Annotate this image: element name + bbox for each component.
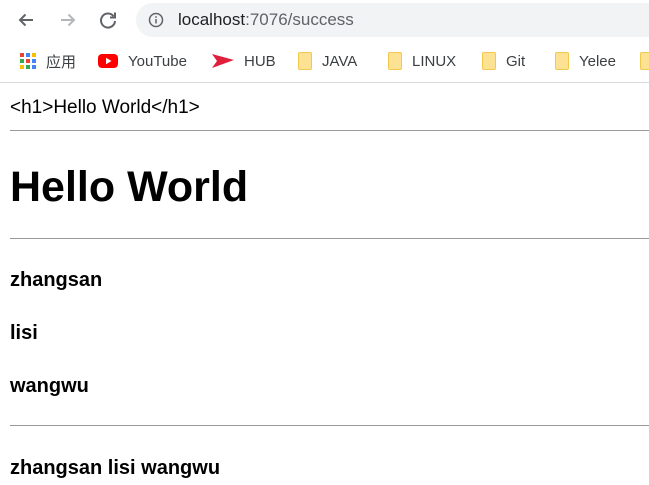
- bookmark-label: LINUX: [412, 52, 457, 70]
- address-bar[interactable]: localhost:7076/success: [136, 3, 649, 37]
- divider: [10, 130, 649, 131]
- bookmark-label: Git: [506, 52, 526, 70]
- youtube-icon: [98, 54, 118, 68]
- bookmark-label: HUB: [244, 52, 276, 70]
- info-icon[interactable]: [148, 12, 164, 28]
- bookmark-label: Yelee: [579, 52, 616, 70]
- bookmark-label: YouTube: [128, 52, 187, 70]
- name-item: wangwu: [10, 375, 89, 397]
- raw-html-text: <h1>Hello World</h1>: [10, 97, 200, 118]
- folder-icon: [298, 52, 312, 70]
- reload-icon: [100, 12, 116, 29]
- folder-icon: [482, 52, 496, 70]
- divider: [10, 238, 649, 239]
- browser-toolbar: localhost:7076/success: [0, 0, 649, 40]
- bookmark-folder-yelee[interactable]: Yelee: [555, 40, 616, 82]
- hub-icon: [212, 54, 234, 68]
- bookmarks-bar: 应用 YouTube HUB JAVA LINUX Git Yelee: [0, 40, 649, 83]
- bookmark-label: 应用: [46, 53, 77, 71]
- bookmark-apps[interactable]: 应用: [20, 40, 76, 82]
- divider: [10, 425, 649, 426]
- bookmark-hub[interactable]: HUB: [212, 40, 276, 82]
- name-item: zhangsan: [10, 269, 103, 291]
- name-item: lisi: [10, 322, 38, 344]
- folder-icon: [388, 52, 402, 70]
- folder-icon: [640, 52, 649, 70]
- arrow-left-icon: [18, 13, 33, 27]
- bookmark-folder-overflow[interactable]: [640, 40, 649, 82]
- forward-button[interactable]: [54, 6, 82, 34]
- url-host: localhost: [178, 10, 246, 29]
- back-button[interactable]: [12, 6, 40, 34]
- bookmark-label: JAVA: [322, 52, 358, 70]
- bookmark-youtube[interactable]: YouTube: [98, 40, 187, 82]
- url-text[interactable]: localhost:7076/success: [178, 10, 354, 30]
- folder-icon: [555, 52, 569, 70]
- reload-button[interactable]: [94, 6, 122, 34]
- url-path: :7076/success: [245, 10, 354, 29]
- page-heading: Hello World: [10, 163, 249, 211]
- bookmark-folder-linux[interactable]: LINUX: [388, 40, 456, 82]
- bookmark-folder-git[interactable]: Git: [482, 40, 525, 82]
- bookmark-folder-java[interactable]: JAVA: [298, 40, 357, 82]
- joined-names: zhangsan lisi wangwu: [10, 457, 221, 479]
- apps-grid-icon: [20, 53, 36, 69]
- arrow-right-icon: [61, 13, 76, 27]
